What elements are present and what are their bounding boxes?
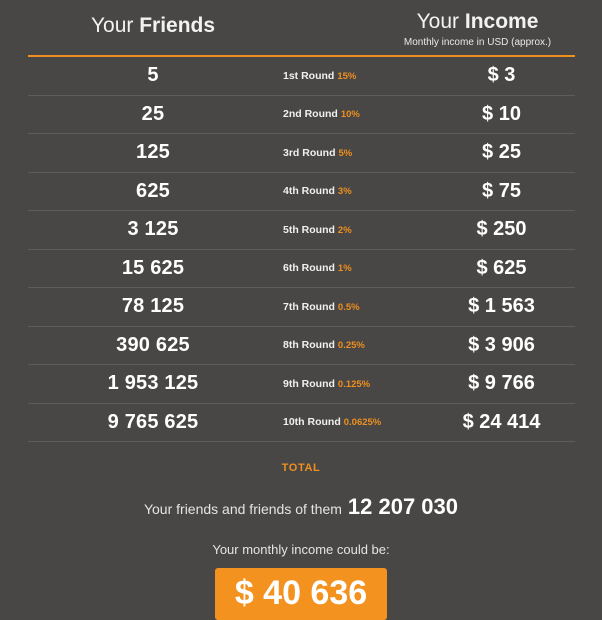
round-label: 3rd Round — [283, 146, 336, 159]
round-percent: 15% — [337, 70, 357, 82]
income-amount: $ 3 906 — [468, 333, 535, 356]
table-row: 9 765 625 10th Round 0.0625% $ 24 414 — [28, 404, 575, 442]
round-label-cell: 7th Round 0.5% — [278, 301, 428, 313]
income-header-subtitle: Monthly income in USD (approx.) — [403, 37, 552, 48]
income-header-title: Your Income — [380, 10, 575, 34]
friends-count: 25 — [141, 102, 165, 125]
friends-count: 78 125 — [121, 295, 185, 318]
round-label-cell: 3rd Round 5% — [278, 147, 428, 159]
round-label: 10th Round — [283, 416, 341, 429]
table-row: 78 125 7th Round 0.5% $ 1 563 — [28, 288, 575, 327]
income-header-emphasis: Income — [464, 10, 539, 33]
round-label: 2nd Round — [283, 108, 338, 121]
round-label-cell: 8th Round 0.25% — [278, 339, 428, 351]
income-amount: $ 9 766 — [468, 372, 535, 395]
round-label: 8th Round — [283, 339, 335, 352]
round-percent: 10% — [340, 109, 360, 121]
income-amount: $ 3 — [487, 64, 516, 87]
round-percent: 3% — [337, 186, 352, 198]
round-label-cell: 1st Round 15% — [278, 70, 428, 82]
round-percent: 0.5% — [337, 301, 360, 313]
friends-count: 625 — [136, 179, 170, 202]
table-row: 25 2nd Round 10% $ 10 — [28, 96, 575, 134]
friends-count: 5 — [147, 64, 159, 87]
friends-header-emphasis: Friends — [139, 14, 216, 37]
round-percent: 2% — [337, 224, 352, 236]
referral-earnings-table: Your Friends Your Income Monthly income … — [0, 0, 602, 620]
round-label: 6th Round — [283, 262, 335, 275]
round-label-cell: 6th Round 1% — [278, 262, 428, 274]
income-amount: $ 75 — [482, 179, 521, 202]
round-label: 1st Round — [283, 69, 335, 82]
round-percent: 5% — [338, 147, 353, 159]
totals-footer: TOTAL Your friends and friends of them 12… — [0, 448, 602, 620]
total-income-badge: $ 40 636 — [214, 568, 388, 620]
total-friends-value: 12 207 030 — [347, 494, 459, 519]
table-row: 5 1st Round 15% $ 3 — [28, 57, 575, 96]
table-row: 125 3rd Round 5% $ 25 — [28, 134, 575, 173]
income-total-caption: Your monthly income could be: — [212, 542, 390, 557]
income-amount: $ 625 — [476, 256, 527, 279]
round-label-cell: 5th Round 2% — [278, 224, 428, 236]
round-label: 4th Round — [283, 185, 335, 198]
friends-header-prefix: Your — [90, 14, 140, 37]
earnings-table-body: 5 1st Round 15% $ 3 25 2nd Round 10% $ 10 … — [28, 57, 575, 442]
round-label: 9th Round — [283, 377, 335, 390]
table-row: 625 4th Round 3% $ 75 — [28, 173, 575, 211]
round-percent: 1% — [337, 263, 352, 275]
round-label: 5th Round — [283, 223, 335, 236]
table-row: 3 125 5th Round 2% $ 250 — [28, 211, 575, 250]
income-amount: $ 24 414 — [462, 410, 541, 433]
round-label: 7th Round — [283, 300, 335, 313]
table-row: 390 625 8th Round 0.25% $ 3 906 — [28, 327, 575, 365]
friends-column-header: Your Friends — [28, 14, 278, 38]
income-amount: $ 250 — [476, 218, 527, 241]
round-label-cell: 10th Round 0.0625% — [278, 416, 428, 428]
total-friends-label: Your friends and friends of them — [143, 501, 342, 517]
income-amount: $ 10 — [482, 102, 521, 125]
total-friends-line: Your friends and friends of them 12 207 0… — [0, 494, 602, 520]
friends-count: 9 765 625 — [107, 410, 199, 433]
friends-count: 1 953 125 — [107, 372, 199, 395]
table-row: 15 625 6th Round 1% $ 625 — [28, 250, 575, 288]
income-amount: $ 25 — [482, 141, 521, 164]
friends-count: 3 125 — [127, 218, 179, 241]
income-column-header: Your Income Monthly income in USD (appro… — [380, 10, 575, 49]
round-percent: 0.125% — [337, 378, 371, 390]
round-percent: 0.0625% — [343, 417, 382, 429]
total-label: TOTAL — [281, 462, 321, 474]
round-percent: 0.25% — [337, 340, 365, 352]
round-label-cell: 9th Round 0.125% — [278, 378, 428, 390]
income-header-prefix: Your — [416, 10, 465, 33]
income-amount: $ 1 563 — [468, 295, 535, 318]
friends-count: 125 — [136, 141, 170, 164]
table-row: 1 953 125 9th Round 0.125% $ 9 766 — [28, 365, 575, 404]
table-header: Your Friends Your Income Monthly income … — [0, 0, 602, 52]
friends-count: 15 625 — [121, 256, 185, 279]
round-label-cell: 2nd Round 10% — [278, 108, 428, 120]
round-label-cell: 4th Round 3% — [278, 185, 428, 197]
friends-count: 390 625 — [116, 333, 190, 356]
